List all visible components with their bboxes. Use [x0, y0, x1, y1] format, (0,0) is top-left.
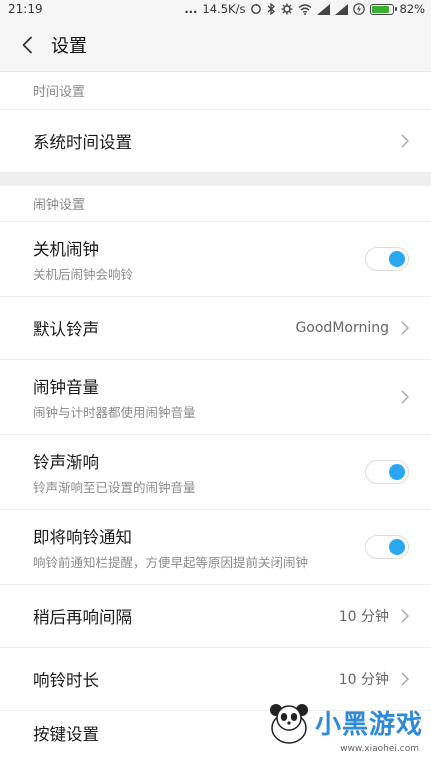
- default-ringtone-value: GoodMorning: [295, 320, 389, 336]
- status-bar: 21:19 ... 14.5K/s 82%: [0, 0, 431, 18]
- snooze-interval-row[interactable]: 稍后再响间隔 10 分钟: [0, 585, 431, 648]
- ringtone-crescendo-title: 铃声渐响: [33, 452, 99, 472]
- chevron-right-icon: [401, 389, 411, 405]
- system-time-title: 系统时间设置: [33, 133, 132, 152]
- system-time-row[interactable]: 系统时间设置: [0, 110, 431, 173]
- chevron-right-icon: [401, 608, 411, 624]
- chevron-right-icon: [401, 671, 411, 687]
- power-off-alarm-main: 关机闹钟 关机后闹钟会响铃: [33, 236, 133, 283]
- chevron-right-icon: [401, 133, 411, 149]
- default-ringtone-main: 默认铃声: [33, 316, 99, 340]
- signal-icon: [317, 3, 331, 15]
- battery-icon: [370, 3, 398, 15]
- ring-duration-row[interactable]: 响铃时长 10 分钟: [0, 648, 431, 711]
- snooze-interval-right: 10 分钟: [339, 606, 411, 626]
- time-settings-section: 时间设置 系统时间设置: [0, 72, 431, 173]
- chevron-right-icon: [401, 320, 411, 336]
- alarm-volume-subtitle: 闹钟与计时器都使用闹钟音量: [33, 404, 196, 420]
- charging-icon: [353, 3, 366, 15]
- status-icons: ... 14.5K/s 82%: [184, 2, 425, 16]
- upcoming-notice-title: 即将响铃通知: [33, 527, 132, 547]
- toggle-knob: [389, 464, 405, 480]
- ring-duration-title: 响铃时长: [33, 671, 99, 690]
- upcoming-notice-subtitle: 响铃前通知栏提醒，方便早起等原因提前关闭闹钟: [33, 554, 309, 570]
- ringtone-crescendo-row[interactable]: 铃声渐响 铃声渐响至已设置的闹钟音量: [0, 435, 431, 510]
- power-off-alarm-toggle[interactable]: [365, 247, 409, 271]
- toggle-knob: [389, 539, 405, 555]
- settings-gear-icon: [281, 3, 293, 15]
- status-time: 21:19: [8, 2, 43, 16]
- sync-icon: [250, 3, 262, 15]
- ring-duration-value: 10 分钟: [338, 672, 389, 688]
- upcoming-notice-row[interactable]: 即将响铃通知 响铃前通知栏提醒，方便早起等原因提前关闭闹钟: [0, 510, 431, 585]
- alarm-volume-title: 闹钟音量: [33, 377, 99, 397]
- snooze-interval-main: 稍后再响间隔: [33, 604, 132, 628]
- upcoming-notice-main: 即将响铃通知 响铃前通知栏提醒，方便早起等原因提前关闭闹钟: [33, 524, 308, 571]
- snooze-interval-title: 稍后再响间隔: [33, 608, 132, 627]
- alarm-volume-right: [401, 389, 411, 405]
- battery-percent: 82%: [399, 2, 425, 16]
- wifi-icon: [298, 3, 312, 15]
- default-ringtone-row[interactable]: 默认铃声 GoodMorning: [0, 297, 431, 360]
- power-off-alarm-title: 关机闹钟: [33, 239, 99, 259]
- system-time-main: 系统时间设置: [33, 129, 132, 153]
- section-header-time: 时间设置: [0, 72, 431, 110]
- page-title: 设置: [51, 35, 87, 57]
- alarm-volume-main: 闹钟音量 闹钟与计时器都使用闹钟音量: [33, 374, 196, 421]
- network-speed: 14.5K/s: [202, 2, 246, 16]
- status-dots: ...: [184, 2, 198, 16]
- snooze-interval-value: 10 分钟: [338, 609, 389, 625]
- button-settings-main: 按键设置: [33, 721, 99, 745]
- power-off-alarm-row[interactable]: 关机闹钟 关机后闹钟会响铃: [0, 222, 431, 297]
- toggle-knob: [389, 251, 405, 267]
- back-button[interactable]: [16, 34, 38, 56]
- ringtone-crescendo-toggle[interactable]: [365, 460, 409, 484]
- default-ringtone-title: 默认铃声: [33, 320, 99, 339]
- header: 设置: [0, 18, 431, 72]
- signal-icon: [335, 3, 349, 15]
- section-divider: [0, 173, 431, 186]
- power-off-alarm-subtitle: 关机后闹钟会响铃: [33, 266, 134, 282]
- ringtone-crescendo-main: 铃声渐响 铃声渐响至已设置的闹钟音量: [33, 449, 196, 496]
- ringtone-crescendo-subtitle: 铃声渐响至已设置的闹钟音量: [33, 479, 196, 495]
- alarm-volume-row[interactable]: 闹钟音量 闹钟与计时器都使用闹钟音量: [0, 360, 431, 435]
- ring-duration-main: 响铃时长: [33, 667, 99, 691]
- back-arrow-icon: [22, 36, 32, 53]
- bluetooth-icon: [267, 3, 276, 15]
- section-header-alarm: 闹钟设置: [0, 186, 431, 222]
- alarm-settings-section: 闹钟设置 关机闹钟 关机后闹钟会响铃 默认铃声 GoodMorning 闹钟音量…: [0, 186, 431, 758]
- button-settings-row[interactable]: 按键设置: [0, 711, 431, 758]
- system-time-right: [401, 133, 411, 149]
- upcoming-notice-toggle[interactable]: [365, 535, 409, 559]
- button-settings-title: 按键设置: [33, 725, 99, 744]
- default-ringtone-right: GoodMorning: [295, 320, 411, 336]
- ring-duration-right: 10 分钟: [339, 669, 411, 689]
- battery-fill: [372, 5, 389, 13]
